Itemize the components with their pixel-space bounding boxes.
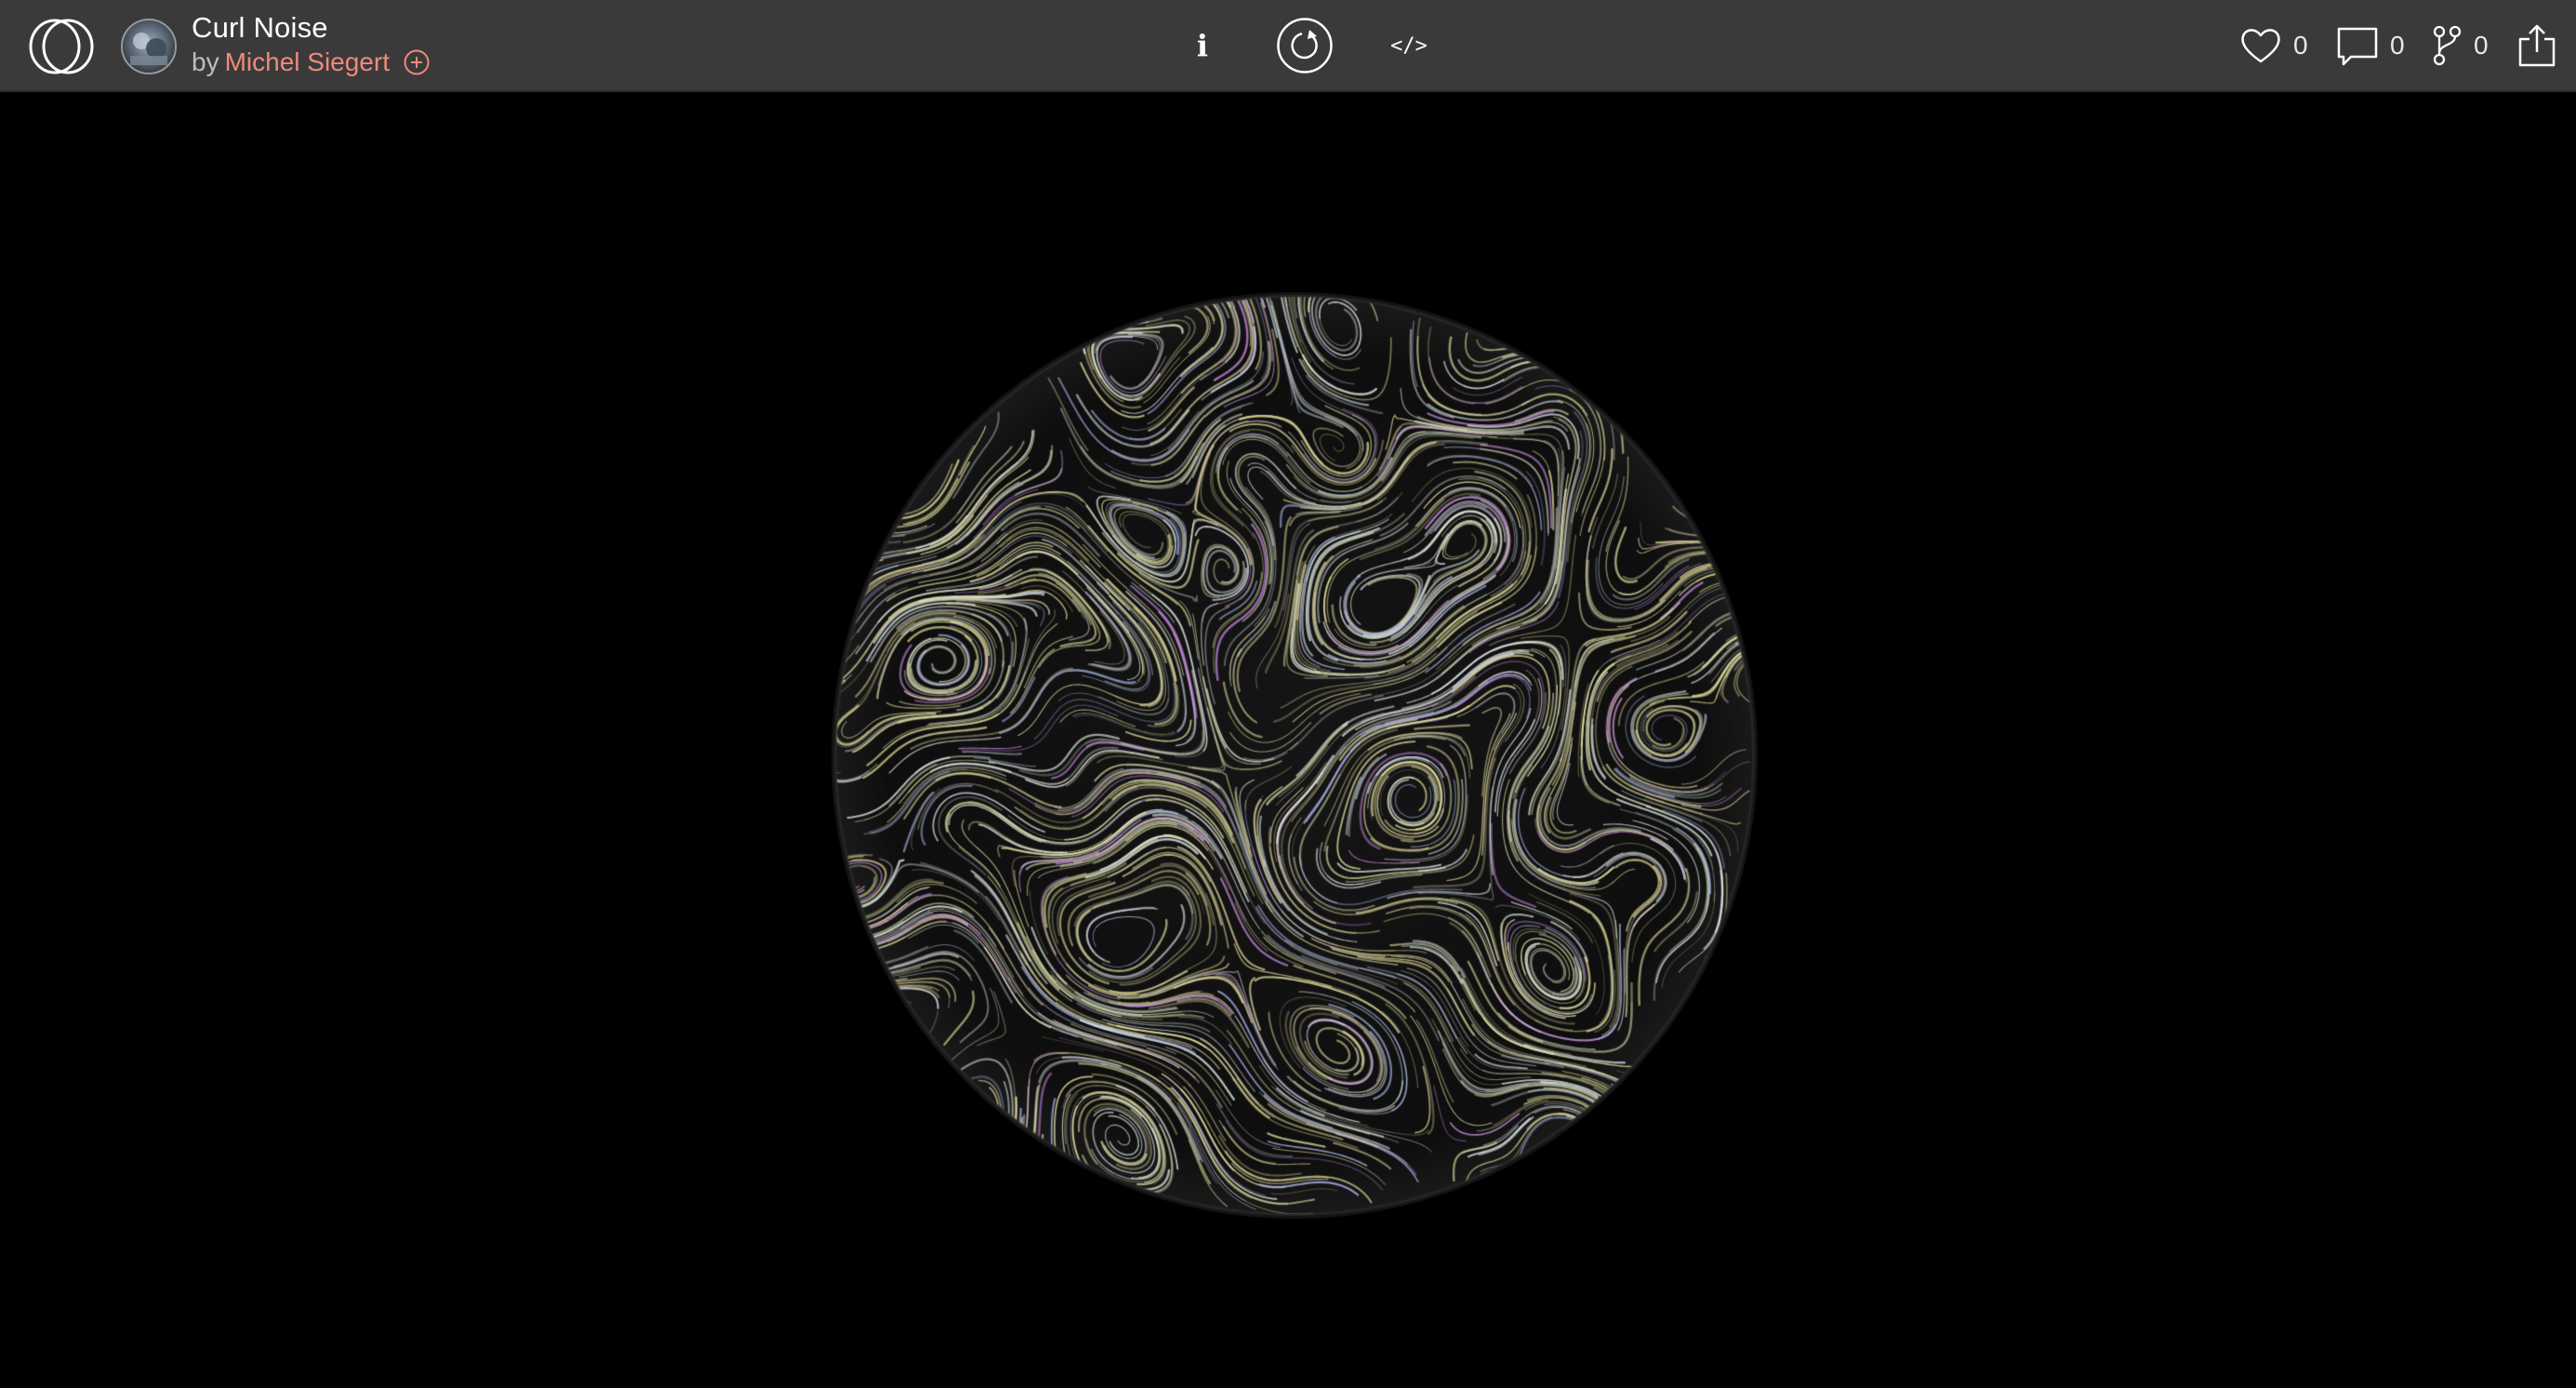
fork-icon [2433, 25, 2462, 66]
heart-icon [2241, 29, 2280, 63]
top-bar: Curl Noise by Michel Siegert i </> 0 0 0 [0, 0, 2576, 92]
curl-noise-sketch-canvas[interactable] [0, 92, 2576, 1388]
openprocessing-logo-icon[interactable] [26, 17, 97, 76]
sketch-title: Curl Noise [192, 11, 328, 44]
fork-count: 0 [2474, 31, 2489, 60]
like-button[interactable]: 0 [2239, 24, 2308, 67]
sketch-info: Curl Noise by Michel Siegert [192, 13, 431, 76]
info-button[interactable]: i [1183, 24, 1222, 67]
code-button[interactable]: </> [1389, 28, 1428, 65]
author-avatar[interactable] [121, 19, 177, 74]
plus-circle-icon[interactable] [403, 48, 431, 76]
author-link[interactable]: Michel Siegert [225, 49, 390, 75]
like-count: 0 [2293, 31, 2308, 60]
by-prefix: by [192, 47, 219, 76]
comment-icon [2337, 27, 2378, 66]
sketch-canvas-area[interactable] [0, 92, 2576, 1388]
code-icon: </> [1390, 34, 1427, 58]
comment-button[interactable]: 0 [2336, 24, 2405, 67]
info-icon: i [1196, 28, 1209, 63]
fork-button[interactable]: 0 [2431, 24, 2489, 67]
restart-icon[interactable] [1276, 17, 1334, 74]
share-icon[interactable] [2516, 22, 2557, 69]
byline: by Michel Siegert [192, 48, 431, 76]
comment-count: 0 [2390, 31, 2405, 60]
